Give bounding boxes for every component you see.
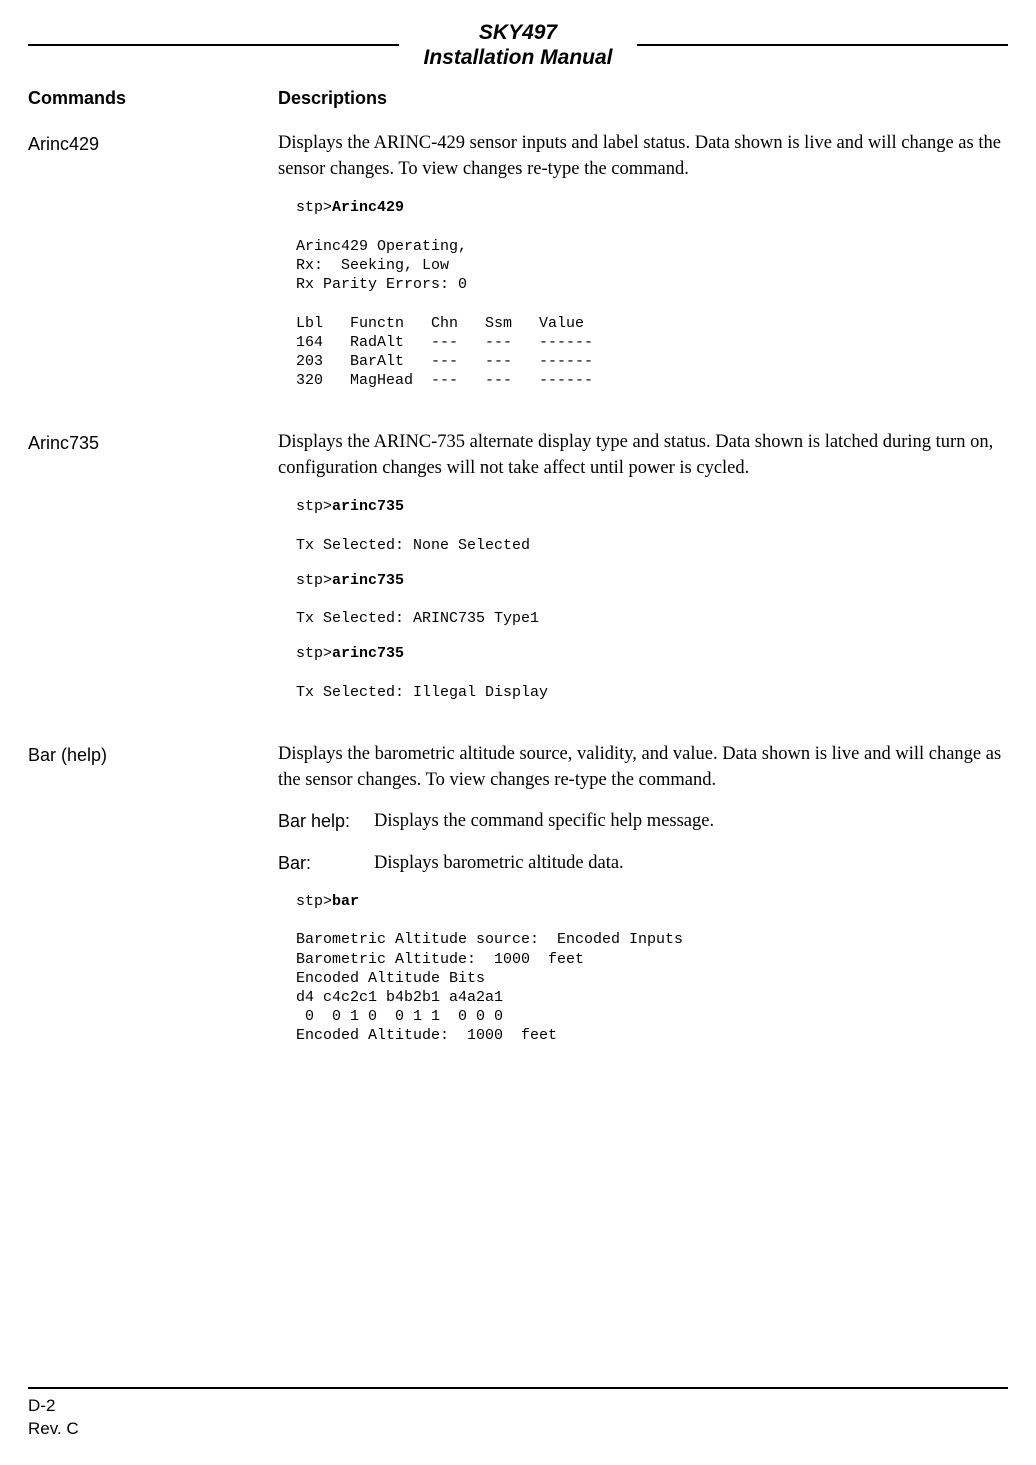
console-command: Arinc429	[332, 199, 404, 216]
console-prompt: stp>	[296, 498, 332, 515]
entry-bar-console: stp>bar Barometric Altitude source: Enco…	[296, 892, 1008, 1046]
entry-arinc735-console-0: stp>arinc735 Tx Selected: None Selected	[296, 497, 1008, 555]
page-header: SKY497 Installation Manual	[28, 20, 1008, 70]
entry-arinc735-body: Displays the ARINC-735 alternate display…	[278, 430, 1008, 718]
console-output: Barometric Altitude source: Encoded Inpu…	[296, 931, 683, 1044]
entry-arinc735: Arinc735 Displays the ARINC-735 alternat…	[28, 430, 1008, 718]
console-prompt: stp>	[296, 572, 332, 589]
console-prompt: stp>	[296, 645, 332, 662]
console-output: Tx Selected: None Selected	[296, 537, 530, 554]
subdef-bar-help-label: Bar help:	[278, 809, 374, 835]
header-title-line1: SKY497	[423, 20, 612, 45]
entry-arinc735-cmd: Arinc735	[28, 430, 278, 718]
console-command: arinc735	[332, 572, 404, 589]
subdef-bar-help-text: Displays the command specific help messa…	[374, 809, 1008, 835]
entry-arinc735-console-1: stp>arinc735 Tx Selected: ARINC735 Type1	[296, 571, 1008, 629]
entry-bar-desc: Displays the barometric altitude source,…	[278, 742, 1008, 793]
footer-rule	[28, 1387, 1008, 1389]
entry-bar: Bar (help) Displays the barometric altit…	[28, 742, 1008, 1062]
page-footer: D-2 Rev. C	[28, 1387, 1008, 1441]
entry-arinc429-console: stp>Arinc429 Arinc429 Operating, Rx: See…	[296, 198, 1008, 390]
entry-bar-cmd: Bar (help)	[28, 742, 278, 1062]
console-command: arinc735	[332, 645, 404, 662]
entry-arinc429-body: Displays the ARINC-429 sensor inputs and…	[278, 131, 1008, 406]
entry-bar-body: Displays the barometric altitude source,…	[278, 742, 1008, 1062]
columns-header: Commands Descriptions	[28, 88, 1008, 109]
subdef-bar: Bar: Displays barometric altitude data.	[278, 851, 1008, 877]
header-rule-left	[28, 44, 399, 46]
header-title-line2: Installation Manual	[423, 45, 612, 70]
console-output: Tx Selected: ARINC735 Type1	[296, 610, 539, 627]
subdef-bar-help: Bar help: Displays the command specific …	[278, 809, 1008, 835]
entry-arinc735-desc: Displays the ARINC-735 alternate display…	[278, 430, 1008, 481]
console-prompt: stp>	[296, 893, 332, 910]
entry-arinc429: Arinc429 Displays the ARINC-429 sensor i…	[28, 131, 1008, 406]
console-output: Tx Selected: Illegal Display	[296, 684, 548, 701]
footer-page: D-2	[28, 1395, 1008, 1418]
header-rule-right	[637, 44, 1008, 46]
entry-arinc429-desc: Displays the ARINC-429 sensor inputs and…	[278, 131, 1008, 182]
console-command: arinc735	[332, 498, 404, 515]
entry-bar-subdefs: Bar help: Displays the command specific …	[278, 809, 1008, 876]
col-header-descriptions: Descriptions	[278, 88, 1008, 109]
footer-rev: Rev. C	[28, 1418, 1008, 1441]
subdef-bar-label: Bar:	[278, 851, 374, 877]
subdef-bar-text: Displays barometric altitude data.	[374, 851, 1008, 877]
console-command: bar	[332, 893, 359, 910]
console-prompt: stp>	[296, 199, 332, 216]
console-output: Arinc429 Operating, Rx: Seeking, Low Rx …	[296, 238, 593, 389]
entry-arinc735-console-2: stp>arinc735 Tx Selected: Illegal Displa…	[296, 644, 1008, 702]
entry-arinc429-cmd: Arinc429	[28, 131, 278, 406]
col-header-commands: Commands	[28, 88, 278, 109]
